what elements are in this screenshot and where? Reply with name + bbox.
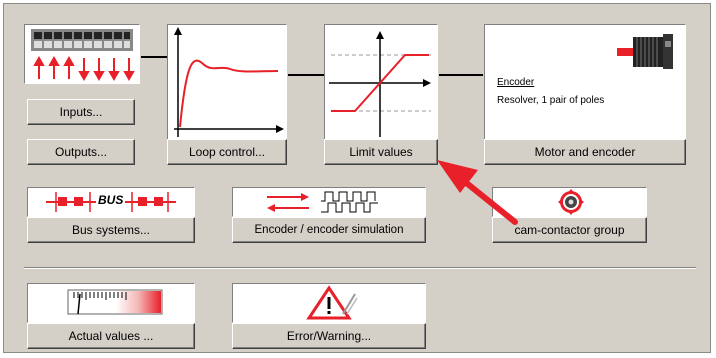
- limit-graph-icon: [329, 31, 431, 137]
- bus-icon-label: BUS: [96, 193, 126, 207]
- cam-contactor-group-button[interactable]: cam-contactor group: [492, 217, 647, 243]
- motor-and-encoder-button[interactable]: Motor and encoder: [484, 139, 686, 165]
- limit-values-panel: [324, 24, 438, 142]
- connector-line: [141, 56, 167, 58]
- cam-icon: [558, 189, 584, 215]
- limit-values-button[interactable]: Limit values: [324, 139, 438, 165]
- bus-systems-button[interactable]: Bus systems...: [27, 217, 195, 243]
- loop-response-graph-icon: [174, 27, 284, 137]
- warning-triangle-icon: [306, 285, 358, 320]
- encoder-sim-panel: [232, 187, 426, 217]
- encoder-type: Resolver, 1 pair of poles: [497, 95, 605, 106]
- io-terminal-panel: [24, 24, 140, 84]
- actual-values-button[interactable]: Actual values ...: [27, 323, 195, 349]
- encoder-simulation-button[interactable]: Encoder / encoder simulation: [232, 217, 426, 243]
- connector-line: [439, 74, 483, 76]
- actual-values-panel: [27, 283, 195, 323]
- encoder-signal-icon: [267, 191, 378, 213]
- loop-control-button[interactable]: Loop control...: [167, 139, 287, 165]
- error-warning-button[interactable]: Error/Warning...: [232, 323, 426, 349]
- connector-line: [288, 74, 324, 76]
- error-warning-panel: [232, 283, 426, 323]
- cam-panel: [492, 187, 647, 217]
- main-window: Encoder Resolver, 1 pair of poles Inputs…: [3, 3, 711, 353]
- separator: [24, 267, 696, 269]
- encoder-heading: Encoder: [497, 77, 535, 88]
- inputs-button[interactable]: Inputs...: [27, 99, 135, 125]
- motor-icon: [617, 34, 673, 69]
- outputs-button[interactable]: Outputs...: [27, 139, 135, 165]
- loop-control-panel: [167, 24, 287, 142]
- io-terminal-icon: [31, 29, 135, 82]
- motor-panel: Encoder Resolver, 1 pair of poles: [484, 24, 686, 142]
- gauge-icon: [67, 289, 163, 315]
- bus-panel: BUS: [27, 187, 195, 217]
